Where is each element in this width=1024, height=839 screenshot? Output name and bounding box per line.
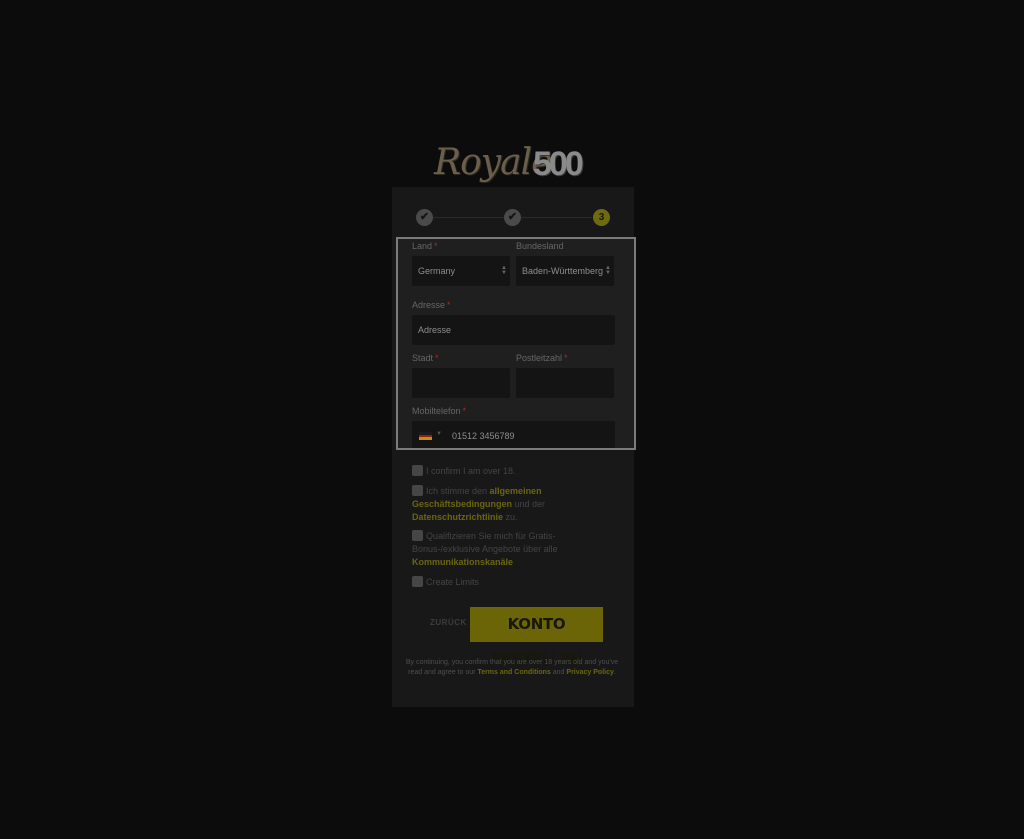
royale500-logo: Royale 500: [432, 142, 602, 188]
back-button[interactable]: ZURÜCK: [430, 618, 467, 627]
select-arrows-icon: ▲ ▼: [603, 265, 611, 276]
stadt-input[interactable]: [412, 368, 510, 398]
channels-link[interactable]: Kommunikationskanäle: [412, 557, 513, 567]
mobil-label: Mobiltelefon *: [412, 406, 467, 416]
step-3-current: 3: [593, 209, 610, 226]
plz-input[interactable]: [516, 368, 614, 398]
flag-dropdown-chevron-icon[interactable]: ▼: [436, 431, 442, 437]
age-checkbox-row: I confirm I am over 18.: [412, 465, 612, 478]
terms-checkbox-row: Ich stimme den allgemeinen Geschäftsbedi…: [412, 485, 612, 525]
limits-checkbox-label: Create Limits: [426, 577, 480, 587]
adresse-label: Adresse *: [412, 300, 451, 310]
privacy-link[interactable]: Datenschutzrichtlinie: [412, 512, 503, 522]
limits-checkbox-row: Create Limits: [412, 576, 612, 589]
plz-label: Postleitzahl *: [516, 353, 568, 363]
adresse-input[interactable]: Adresse: [412, 315, 615, 345]
create-account-button[interactable]: KONTO ERSTELLEN: [470, 607, 603, 668]
address-form: Land * Germany ▲ ▼ Bundesland Baden-Württe…: [396, 237, 636, 450]
stadt-label: Stadt *: [412, 353, 439, 363]
limits-checkbox[interactable]: [412, 576, 423, 587]
bonus-checkbox-label: Qualifizieren Sie mich für Gratis-Bonus-…: [412, 531, 558, 567]
stepper-line-1: [433, 217, 504, 218]
bundesland-select-value: Baden-Württemberg: [522, 266, 604, 276]
footer-privacy-link[interactable]: Privacy Policy: [566, 669, 613, 676]
footer-terms-link[interactable]: Terms and Conditions: [477, 669, 550, 676]
step-1-done-icon: ✔: [416, 209, 433, 226]
stepper-line-2: [521, 217, 592, 218]
bundesland-label: Bundesland: [516, 241, 564, 251]
step-2-done-icon: ✔: [504, 209, 521, 226]
terms-checkbox-label: Ich stimme den allgemeinen Geschäftsbedi…: [412, 486, 546, 522]
mobil-input[interactable]: 01512 3456789: [412, 421, 615, 448]
bundesland-select[interactable]: Baden-Württemberg ▲ ▼: [516, 256, 614, 286]
age-checkbox[interactable]: [412, 465, 423, 476]
germany-flag-icon[interactable]: [419, 432, 432, 440]
logo-number: 500: [533, 145, 584, 183]
age-checkbox-label: I confirm I am over 18.: [426, 466, 516, 476]
select-arrows-icon: ▲ ▼: [501, 265, 507, 276]
land-label: Land *: [412, 241, 438, 251]
adresse-placeholder: Adresse: [418, 325, 452, 335]
land-select-value: Germany: [418, 266, 456, 276]
footer-disclaimer: By continuing, you confirm that you are …: [405, 659, 619, 676]
mobil-value: 01512 3456789: [452, 431, 515, 441]
land-select[interactable]: Germany ▲ ▼: [412, 256, 510, 286]
registration-stepper: ✔ ✔ 3: [416, 209, 610, 227]
bonus-checkbox-row: Qualifizieren Sie mich für Gratis-Bonus-…: [412, 530, 612, 570]
